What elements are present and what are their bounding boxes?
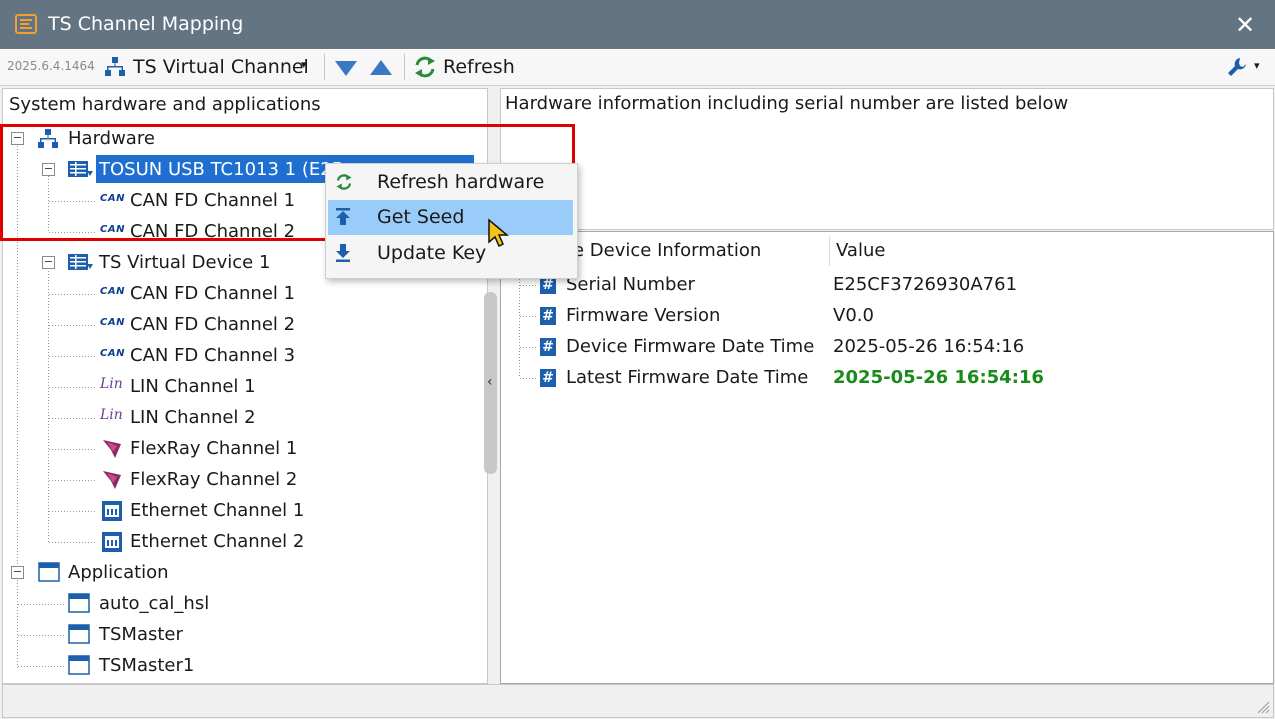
lin-icon: Lin: [100, 407, 123, 423]
hash-icon: #: [540, 369, 556, 387]
tree-guide-line: [520, 285, 538, 286]
hardware-info-text: Hardware information including serial nu…: [505, 93, 1069, 114]
tree-guide-line: [519, 270, 520, 378]
lin-icon: Lin: [100, 376, 123, 392]
window-title: TS Channel Mapping: [48, 13, 244, 35]
tree-node-app[interactable]: TSMaster1: [99, 655, 194, 676]
tree-guide-line: [49, 325, 95, 326]
move-down-arrow-icon[interactable]: [334, 58, 358, 78]
application-window-icon: [68, 593, 90, 613]
can-icon: CAN: [100, 317, 125, 328]
property-name: Latest Firmware Date Time: [566, 367, 809, 388]
flexray-icon: [103, 440, 121, 458]
flexray-icon: [103, 471, 121, 489]
tree-guide-line: [49, 294, 95, 295]
property-value: 2025-05-26 16:54:16: [833, 336, 1025, 357]
toolbar-separator: [324, 54, 325, 80]
download-icon: [336, 244, 350, 262]
tree-guide-line: [48, 268, 49, 542]
tree-node-channel[interactable]: FlexRay Channel 2: [130, 469, 297, 490]
device-grid-icon: [68, 254, 93, 270]
tree-guide-line: [520, 316, 538, 317]
application-window-icon: [68, 655, 90, 675]
tree-node-app[interactable]: TSMaster: [99, 624, 183, 645]
application-window-icon: [38, 562, 60, 582]
tree-guide-line: [49, 480, 95, 481]
app-logo-icon: [15, 14, 37, 34]
tree-guide-line: [49, 418, 95, 419]
tree-node-channel[interactable]: Ethernet Channel 2: [130, 531, 304, 552]
status-bar: [2, 684, 1274, 718]
tree-guide-line: [18, 666, 64, 667]
can-icon: CAN: [100, 348, 125, 359]
tree-guide-line: [520, 378, 538, 379]
tree-guide-line: [49, 511, 95, 512]
column-header-info[interactable]: re Device Information: [566, 240, 761, 261]
tree-node-channel[interactable]: CAN FD Channel 2: [130, 314, 295, 335]
tree-guide-line: [18, 604, 64, 605]
tree-guide-line: [49, 542, 95, 543]
ethernet-icon: [102, 532, 122, 552]
hash-icon: #: [540, 338, 556, 356]
tree-guide-line: [520, 347, 538, 348]
device-info-table: [500, 231, 1274, 684]
property-name: Firmware Version: [566, 305, 721, 326]
refresh-button[interactable]: Refresh: [443, 56, 515, 78]
tree-node-channel[interactable]: FlexRay Channel 1: [130, 438, 297, 459]
column-header-value[interactable]: Value: [836, 240, 885, 261]
menu-item-refresh-hardware[interactable]: Refresh hardware: [377, 171, 544, 193]
chevron-down-icon[interactable]: ▾: [1254, 59, 1260, 72]
tree-node-channel[interactable]: CAN FD Channel 3: [130, 345, 295, 366]
column-divider[interactable]: [829, 236, 830, 266]
tree-guide-line: [18, 635, 64, 636]
property-value: 2025-05-26 16:54:16: [833, 367, 1044, 388]
chevron-down-icon[interactable]: ▾: [301, 58, 307, 71]
refresh-icon[interactable]: [413, 55, 437, 79]
hash-icon: #: [540, 307, 556, 325]
tree-node-channel[interactable]: Ethernet Channel 1: [130, 500, 304, 521]
toolbar-separator: [404, 54, 405, 80]
collapse-toggle[interactable]: −: [11, 566, 24, 579]
menu-item-get-seed[interactable]: Get Seed: [377, 206, 464, 228]
upload-icon: [336, 208, 350, 225]
ethernet-icon: [102, 501, 122, 521]
tree-node-channel[interactable]: LIN Channel 1: [130, 376, 256, 397]
tree-node-channel[interactable]: LIN Channel 2: [130, 407, 256, 428]
property-name: Device Firmware Date Time: [566, 336, 815, 357]
resize-grip-icon[interactable]: [1256, 700, 1270, 714]
collapse-toggle[interactable]: −: [42, 256, 55, 269]
refresh-icon: [336, 174, 352, 190]
property-name: Serial Number: [566, 274, 695, 295]
can-icon: CAN: [100, 286, 125, 297]
tree-guide-line: [49, 387, 95, 388]
channel-selector-dropdown[interactable]: TS Virtual Channel: [133, 56, 309, 78]
tree-guide-line: [49, 356, 95, 357]
tree-panel-header: System hardware and applications: [9, 94, 321, 115]
close-button[interactable]: ✕: [1228, 8, 1262, 42]
tree-node-channel[interactable]: CAN FD Channel 1: [130, 283, 295, 304]
tree-guide-line: [49, 449, 95, 450]
wrench-icon[interactable]: [1226, 56, 1248, 78]
property-value: V0.0: [833, 305, 874, 326]
tree-node-app[interactable]: auto_cal_hsl: [99, 593, 209, 614]
tree-node-virtual-device[interactable]: TS Virtual Device 1: [99, 252, 270, 273]
splitter-collapse-icon[interactable]: ‹: [487, 374, 493, 390]
property-value: E25CF3726930A761: [833, 274, 1018, 295]
menu-item-update-key[interactable]: Update Key: [377, 242, 486, 264]
network-tree-icon[interactable]: [104, 56, 126, 78]
mouse-pointer-icon: [488, 218, 510, 248]
tree-node-application[interactable]: Application: [68, 562, 169, 583]
version-label: 2025.6.4.1464: [7, 59, 95, 73]
move-up-arrow-icon[interactable]: [369, 58, 393, 78]
tree-guide-line: [17, 580, 18, 670]
application-window-icon: [68, 624, 90, 644]
